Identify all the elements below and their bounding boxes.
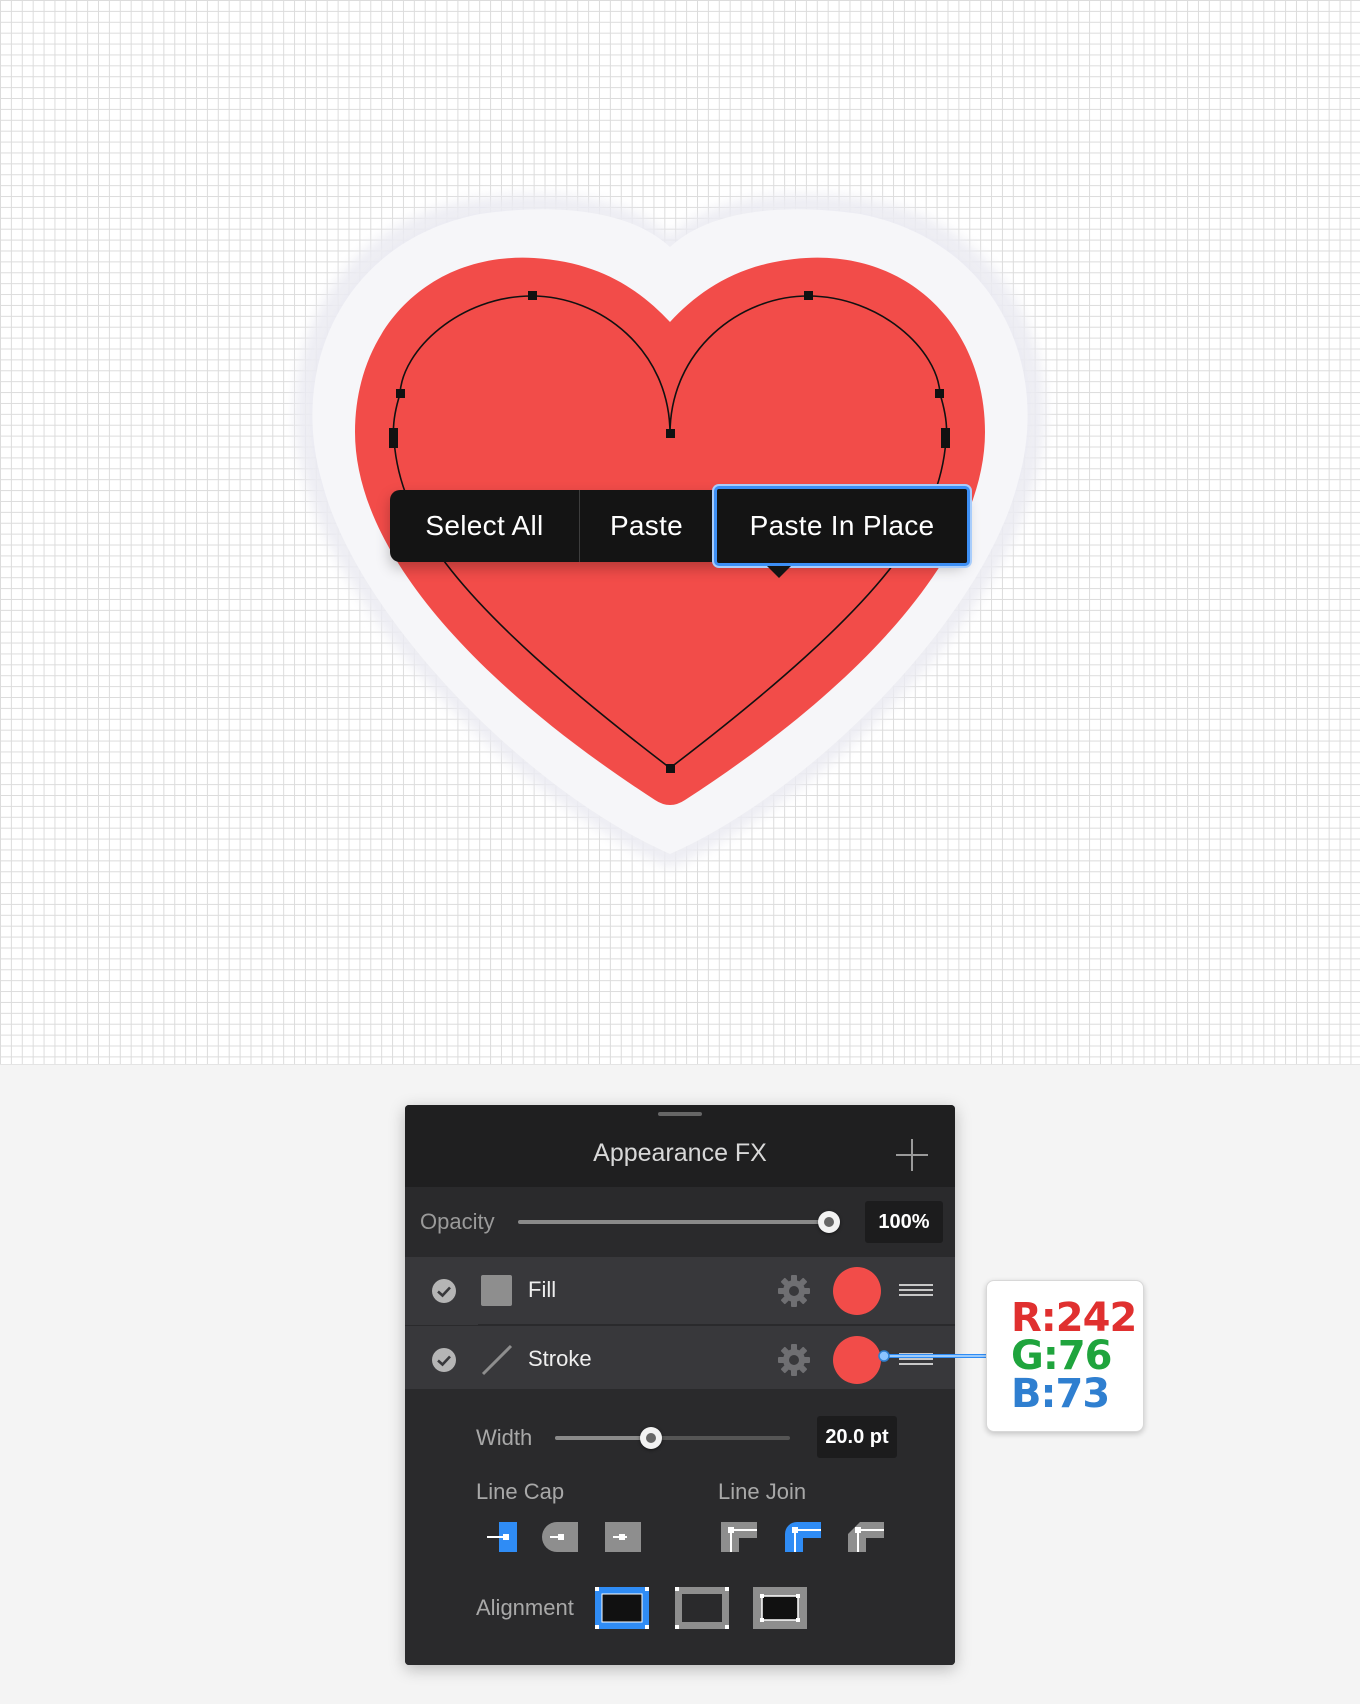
menu-item-paste[interactable]: Paste [580,490,714,562]
anchor-point[interactable] [389,428,398,448]
layer-row-fill[interactable]: Fill [405,1257,955,1325]
checkmark-icon[interactable] [432,1348,456,1372]
line-join-label: Line Join [718,1479,807,1504]
projecting-cap-icon[interactable] [603,1520,643,1554]
row-divider [478,1324,955,1325]
opacity-slider-knob[interactable] [818,1211,840,1233]
opacity-label: Opacity [420,1209,495,1234]
fill-color-swatch[interactable] [833,1267,881,1315]
anchor-point[interactable] [528,291,537,300]
line-cap-label: Line Cap [476,1479,565,1504]
bevel-join-icon[interactable] [846,1520,886,1554]
callout-connector [878,1350,988,1362]
panel-title: Appearance FX [593,1139,767,1167]
layer-label-fill: Fill [528,1277,557,1302]
fill-square-icon [481,1275,512,1306]
align-inside-icon[interactable] [594,1586,650,1630]
hamburger-icon[interactable] [899,1281,933,1299]
anchor-point[interactable] [666,429,675,438]
anchor-point[interactable] [941,428,950,448]
opacity-row: Opacity 100% [405,1187,955,1257]
alignment-label: Alignment [476,1595,574,1620]
rgb-blue-value: B:73 [1011,1371,1110,1417]
menu-item-paste-in-place[interactable]: Paste In Place [714,486,970,566]
panel-drag-handle[interactable] [658,1112,702,1116]
anchor-point[interactable] [935,389,944,398]
menu-item-select-all[interactable]: Select All [390,490,580,562]
align-center-icon[interactable] [674,1586,730,1630]
width-label: Width [476,1425,533,1450]
width-value-field[interactable]: 20.0 pt [817,1416,897,1458]
stroke-options: Width 20.0 pt Line Cap Line Join Alignme… [405,1389,955,1665]
anchor-point[interactable] [666,764,675,773]
opacity-value-field[interactable]: 100% [865,1201,943,1243]
width-slider-fill [555,1436,649,1440]
gear-icon[interactable] [777,1343,811,1377]
round-cap-icon[interactable] [540,1520,580,1554]
align-outside-icon[interactable] [752,1586,808,1630]
artboard-canvas[interactable]: Select All Paste Paste In Place [0,0,1360,1065]
rgb-value-callout: R:242 G:76 B:73 [986,1280,1144,1432]
checkmark-icon[interactable] [432,1279,456,1303]
plus-icon[interactable] [896,1139,928,1171]
opacity-slider-track[interactable] [518,1220,828,1224]
miter-join-icon[interactable] [719,1520,759,1554]
context-menu-pointer [767,566,791,578]
stroke-line-icon [481,1344,513,1376]
layer-row-stroke[interactable]: Stroke [405,1326,955,1394]
panel-header: Appearance FX [405,1105,955,1187]
round-join-icon[interactable] [783,1520,823,1554]
gear-icon[interactable] [777,1274,811,1308]
stroke-color-swatch[interactable] [833,1336,881,1384]
context-menu: Select All Paste Paste In Place [390,486,970,566]
anchor-point[interactable] [804,291,813,300]
layer-label-stroke: Stroke [528,1346,592,1371]
butt-cap-icon[interactable] [485,1520,525,1554]
width-slider-knob[interactable] [640,1427,662,1449]
anchor-point[interactable] [396,389,405,398]
appearance-panel: Appearance FX Opacity 100% Fill Stroke W… [405,1105,955,1665]
